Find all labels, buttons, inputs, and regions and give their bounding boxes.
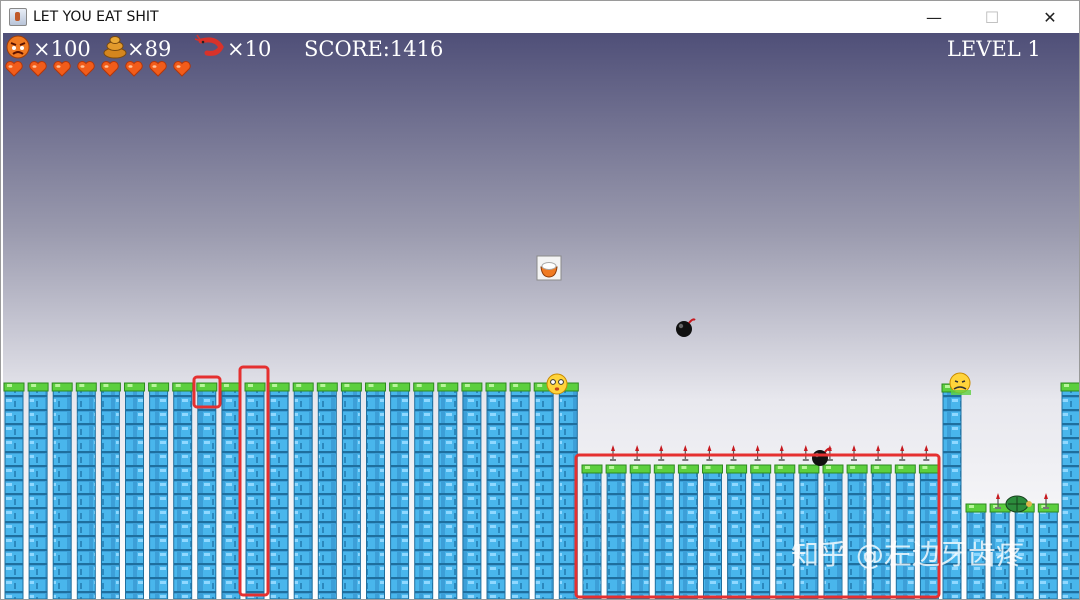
pillar — [124, 382, 145, 599]
game-canvas[interactable]: ×100 ×89 ×10 SCORE:1416 LEVEL 1 知乎 @左边牙齿… — [3, 33, 1079, 599]
pillar — [3, 382, 25, 599]
pillar — [340, 382, 362, 599]
minimize-button[interactable]: — — [905, 1, 963, 33]
pillar — [220, 382, 242, 599]
pillar — [918, 464, 940, 599]
rice-bowl-icon — [536, 255, 562, 281]
pillar — [292, 382, 314, 599]
pillar — [774, 464, 796, 599]
pillar — [389, 382, 411, 599]
pillar — [196, 382, 218, 599]
pillar — [581, 464, 603, 599]
sad-face-icon — [949, 372, 971, 395]
pillar — [798, 464, 820, 599]
pillar — [750, 464, 772, 599]
pillar — [413, 382, 435, 599]
pillar — [316, 382, 338, 599]
pillar — [99, 382, 121, 599]
watermark: 知乎 @左边牙齿疼 — [791, 538, 1024, 571]
score-display: SCORE:1416 — [304, 37, 443, 61]
pillar — [148, 382, 170, 599]
pillar — [172, 382, 194, 599]
pillar — [677, 464, 699, 599]
java-app-icon — [9, 8, 27, 26]
pillar — [485, 382, 507, 599]
title-bar[interactable]: LET YOU EAT SHIT — ☐ ✕ — [1, 1, 1079, 33]
pillar — [244, 382, 266, 599]
pillar — [726, 464, 748, 599]
pillar — [365, 382, 386, 599]
smiley-face-icon — [546, 373, 568, 395]
pillar — [437, 382, 459, 599]
lives-count: ×100 — [33, 37, 91, 61]
window-title: LET YOU EAT SHIT — [33, 9, 159, 25]
shrimp-count: ×10 — [227, 37, 271, 61]
pillar — [1060, 382, 1079, 599]
pillar — [629, 464, 651, 599]
pillar — [268, 382, 290, 599]
pillar — [533, 382, 555, 599]
pillar — [846, 464, 868, 599]
angry-face-icon — [6, 35, 30, 59]
pillar — [461, 382, 483, 599]
pillar — [75, 382, 97, 599]
pillar — [894, 464, 916, 599]
pillar — [51, 382, 73, 599]
poop-count: ×89 — [127, 37, 171, 61]
pillar — [509, 382, 531, 599]
pillar — [870, 464, 892, 599]
game-window: LET YOU EAT SHIT — ☐ ✕ ×100 ×89 ×10 SCOR… — [0, 0, 1080, 600]
pillar — [822, 464, 844, 599]
close-button[interactable]: ✕ — [1021, 1, 1079, 33]
maximize-button[interactable]: ☐ — [963, 1, 1021, 33]
pillar — [27, 382, 49, 599]
pillar — [653, 464, 675, 599]
pillar — [605, 464, 627, 599]
pillar — [1037, 503, 1059, 599]
pillar — [702, 464, 723, 599]
level-display: LEVEL 1 — [947, 37, 1041, 61]
